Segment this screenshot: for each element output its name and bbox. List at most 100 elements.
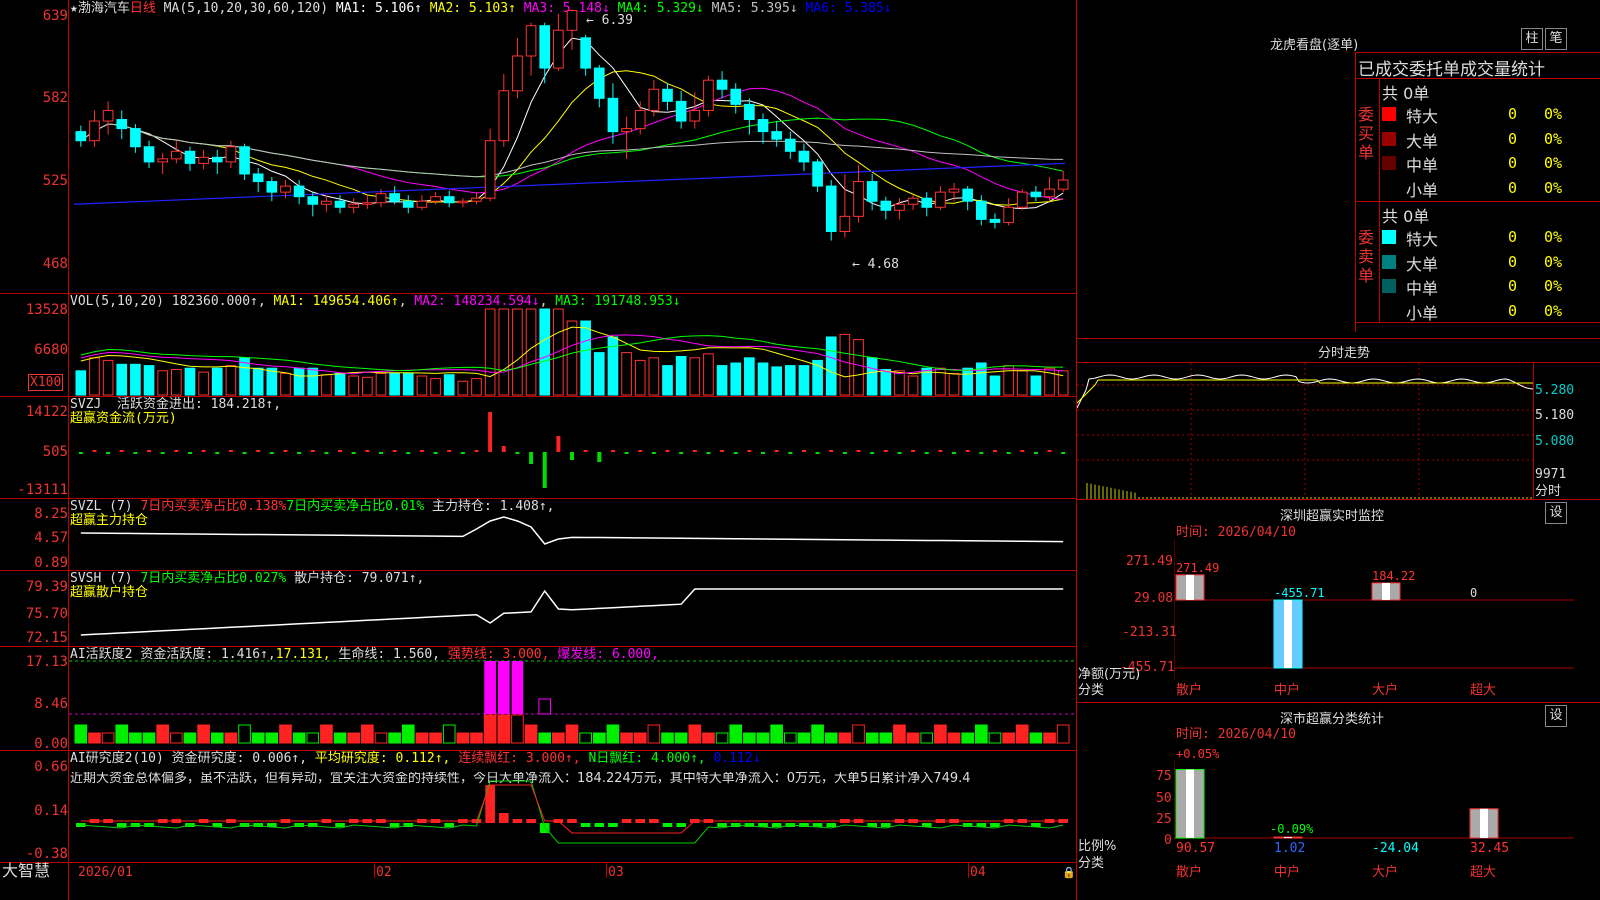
candle-body	[553, 29, 564, 69]
activity-bar	[156, 724, 170, 744]
ai2-axis-label: 0.14	[34, 803, 68, 819]
volume-bar	[866, 357, 878, 396]
volume-bar	[443, 374, 455, 396]
activity-bar	[538, 732, 552, 744]
fund-flow-chart	[78, 412, 1066, 488]
volume-bar	[321, 374, 332, 396]
activity-bar	[210, 732, 224, 744]
intraday-chart	[1077, 363, 1533, 499]
sell-side-label: 委卖单	[1358, 228, 1375, 285]
divider	[1356, 52, 1600, 53]
activity-bar	[906, 732, 920, 744]
ai2-axis-label: 0.66	[34, 759, 68, 775]
retail-position-chart	[80, 588, 1064, 636]
color-swatch	[1382, 254, 1396, 269]
category-label: 超大	[1470, 683, 1496, 698]
volume-bar	[334, 372, 346, 396]
net-bar-label: 271.49	[1176, 561, 1219, 575]
candle-body	[130, 128, 141, 148]
flow-bar	[897, 452, 902, 454]
research-bar	[608, 823, 618, 827]
order-pct: 0%	[1544, 301, 1563, 320]
fenshi-axis-label: 5.280	[1535, 383, 1575, 398]
settings-button[interactable]: 设	[1545, 705, 1567, 727]
flow-bar	[542, 452, 547, 488]
volume-bar	[757, 362, 769, 396]
divider	[1076, 338, 1600, 339]
activity-bar	[251, 732, 265, 744]
flow-bar	[1033, 452, 1038, 454]
volume-bar	[634, 359, 646, 396]
flow-bar	[733, 452, 738, 454]
volume-bar	[798, 365, 810, 396]
settings-button[interactable]: 设	[1545, 502, 1567, 524]
flow-bar	[187, 452, 192, 454]
candle-body	[293, 185, 305, 198]
candle-body	[798, 150, 810, 163]
flow-bar	[1047, 450, 1052, 452]
category-label: 大户	[1372, 864, 1398, 880]
flow-bar	[801, 450, 806, 452]
research-chart	[76, 780, 1068, 844]
bar-view-button[interactable]: 柱	[1521, 28, 1543, 50]
candle-body	[935, 191, 946, 208]
candle-body	[866, 181, 878, 202]
sz-axis-label: 271.49	[1126, 554, 1173, 569]
volume-bar	[566, 320, 578, 396]
flow-bar	[992, 450, 997, 452]
volume-bar	[880, 369, 892, 396]
activity-bar	[633, 732, 647, 744]
flow-bar	[665, 450, 670, 452]
tick-view-button[interactable]: 笔	[1545, 28, 1567, 50]
volume-bar	[389, 372, 400, 396]
lock-icon[interactable]: 🔒	[1062, 866, 1076, 879]
activity-bar	[552, 732, 565, 744]
szc-xlabel: 分类	[1078, 856, 1105, 871]
research-bar	[389, 823, 400, 827]
pane-sep	[0, 862, 1076, 863]
activity-bar	[934, 724, 947, 744]
flow-bar	[160, 452, 165, 454]
category-label: 中户	[1274, 864, 1300, 880]
candle-body	[416, 200, 428, 208]
ai1-axis-label: 17.13	[25, 654, 68, 670]
svzj-axis-label: 14122	[25, 404, 68, 420]
candle-body	[1030, 191, 1042, 198]
volume-bar	[580, 320, 591, 396]
flow-bar	[147, 450, 152, 452]
ratio-change-label: +0.05%	[1176, 747, 1220, 761]
activity-bar	[265, 732, 279, 744]
flow-bar	[419, 450, 424, 452]
activity-bar	[306, 732, 320, 744]
flow-bar	[842, 452, 847, 454]
volume-bar	[1057, 370, 1069, 396]
flow-bar	[815, 452, 820, 454]
sz-ylabel: 净额(万元)	[1078, 667, 1141, 682]
candle-body	[539, 25, 551, 69]
sell-total: 共 0单	[1382, 207, 1430, 226]
order-size-label: 小单	[1406, 303, 1439, 323]
candle-body	[525, 25, 537, 57]
order-count: 0	[1508, 252, 1518, 271]
activity-bar	[279, 724, 292, 744]
date-tick	[606, 862, 607, 878]
flow-bar	[651, 452, 656, 454]
net-bar-highlight	[1284, 600, 1292, 668]
activity-chart	[69, 660, 1075, 744]
candle-body	[143, 146, 155, 163]
candle-body	[1016, 191, 1028, 208]
volume-bar	[252, 367, 264, 396]
flow-bar	[351, 452, 356, 454]
candle-body	[225, 146, 237, 163]
candle-body	[211, 156, 223, 163]
sz-net-chart: 271.49 散户 -455.71 中户 184.22 大户 0 超大	[1174, 540, 1574, 698]
candle-body	[457, 200, 469, 204]
volume-bar	[784, 365, 796, 396]
divider	[1076, 702, 1600, 703]
candle-body	[334, 200, 346, 208]
candle-body	[375, 193, 387, 204]
sz-axis-label: 29.08	[1134, 591, 1174, 606]
flow-bar	[1020, 450, 1025, 452]
volume-bar	[157, 370, 169, 396]
divider	[1355, 52, 1356, 332]
